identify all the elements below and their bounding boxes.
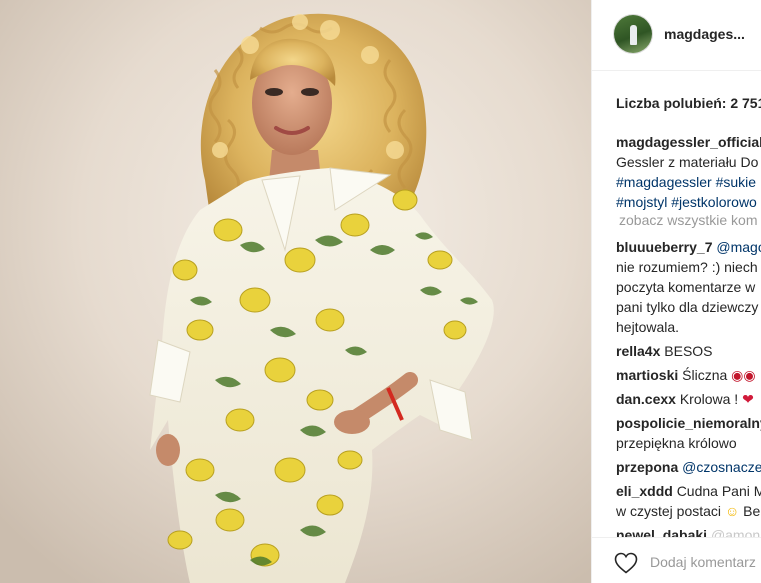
comment-item: bluuueberry_7 @mago nie rozumiem? :) nie… [616,237,761,337]
caption-text: Gessler z materiału Do [616,154,759,170]
photo-woman-lemon-dress [0,0,591,583]
likes-count[interactable]: Liczba polubień: 2 751 [616,95,761,111]
comment-text: nie rozumiem? :) niech [616,259,758,275]
add-comment-input[interactable]: Dodaj komentarz [650,554,756,570]
comment-item: rella4x BESOS [616,341,761,361]
username-link[interactable]: magdages... [664,26,745,42]
comment-username[interactable]: pospolicie_niemoralny [616,413,761,433]
comment-username[interactable]: rella4x [616,343,660,359]
comment-item: eli_xddd Cudna Pani M w czystej postaci … [616,481,761,521]
comment-username[interactable]: eli_xddd [616,483,673,499]
comment-text: BESOS [664,343,713,359]
caption-author[interactable]: magdagessler_official [616,132,761,152]
comment-username[interactable]: dan.cexx [616,391,676,407]
comment-text: w czystej postaci [616,503,722,519]
smiling-face-icon: ☺ [724,503,740,519]
comment-text: poczyta komentarze w [616,279,756,295]
lips-icon: ◉◉ [731,367,756,383]
comment-username[interactable]: martioski [616,367,678,383]
comment-text: pani tylko dla dziewczy [616,299,759,315]
comment-text: przepiękna królowo [616,435,737,451]
comment-item: pospolicie_niemoralny przepiękna królowo [616,413,761,453]
comment-item: martioski Śliczna ◉◉ [616,365,761,385]
comment-text: Krolowa ! [679,391,739,407]
caption-hashtags-2[interactable]: #mojstyl #jestkolorowo [616,192,761,212]
caption-hashtags-1[interactable]: #magdagessler #sukie [616,172,761,192]
see-all-comments-link[interactable]: zobacz wszystkie kom [619,212,757,228]
comment-text: Śliczna [682,367,728,383]
heart-icon: ❤ [742,391,754,407]
post-caption: magdagessler_official Gessler z materiał… [616,132,761,212]
comment-text: Cudna Pani M [676,483,761,499]
like-heart-icon[interactable] [614,552,638,574]
comment-mention[interactable]: @czosnacze [682,459,761,475]
comment-username[interactable]: przepona [616,459,678,475]
comment-text: hejtowala. [616,319,680,335]
avatar[interactable] [614,15,652,53]
post-photo[interactable] [0,0,591,583]
comment-mention[interactable]: @mago [716,239,761,255]
comments-list: bluuueberry_7 @mago nie rozumiem? :) nie… [616,237,761,549]
post-footer: Dodaj komentarz [592,537,761,583]
comment-username[interactable]: bluuueberry_7 [616,239,712,255]
post-side-panel: magdages... Liczba polubień: 2 751 magda… [591,0,761,583]
comment-text: Be [743,503,761,519]
comment-item: przepona @czosnacze [616,457,761,477]
comment-item: dan.cexx Krolowa ! ❤ [616,389,761,409]
post-header: magdages... [592,0,761,71]
